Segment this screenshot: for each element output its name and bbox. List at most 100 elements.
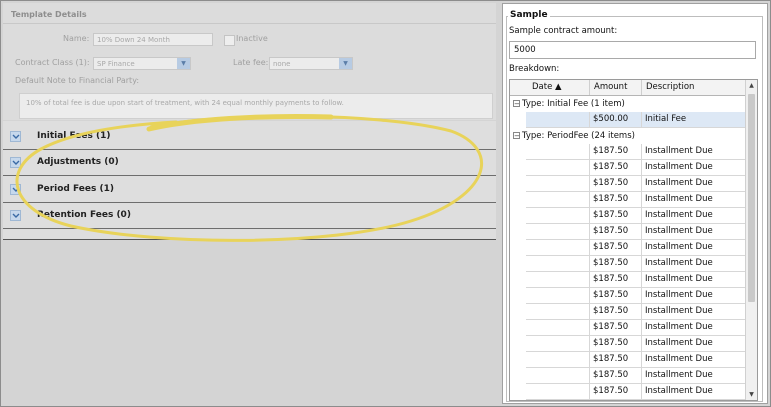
late-fee-select[interactable]: none ▼ bbox=[269, 57, 353, 70]
amount-cell: $187.50 bbox=[590, 368, 642, 384]
date-cell bbox=[526, 304, 590, 320]
section-adjustments[interactable]: Adjustments (0) bbox=[3, 149, 496, 176]
amount-cell: $187.50 bbox=[590, 176, 642, 192]
amount-cell: $187.50 bbox=[590, 256, 642, 272]
table-row[interactable]: $187.50Installment Due bbox=[510, 192, 746, 208]
date-cell bbox=[526, 272, 590, 288]
date-cell bbox=[526, 176, 590, 192]
template-editor-panel: Template Details Name: 10% Down 24 Month… bbox=[3, 3, 496, 240]
description-cell: Installment Due bbox=[642, 384, 746, 400]
amount-cell: $187.50 bbox=[590, 224, 642, 240]
default-note-textarea[interactable]: 10% of total fee is due upon start of tr… bbox=[19, 93, 493, 119]
sample-amount-label: Sample contract amount: bbox=[509, 26, 618, 36]
amount-cell: $187.50 bbox=[590, 304, 642, 320]
table-row[interactable]: $187.50Installment Due bbox=[510, 352, 746, 368]
table-row[interactable]: $187.50Installment Due bbox=[510, 272, 746, 288]
group-label: Type: Initial Fee (1 item) bbox=[522, 99, 625, 109]
grid-group-row[interactable]: − Type: Initial Fee (1 item) bbox=[510, 96, 746, 112]
late-fee-dropdown-icon[interactable]: ▼ bbox=[339, 58, 352, 69]
description-cell: Installment Due bbox=[642, 256, 746, 272]
table-row[interactable]: $187.50Installment Due bbox=[510, 368, 746, 384]
description-cell: Installment Due bbox=[642, 352, 746, 368]
table-row[interactable]: $187.50Installment Due bbox=[510, 224, 746, 240]
table-row[interactable]: $187.50Installment Due bbox=[510, 240, 746, 256]
chevron-down-icon[interactable] bbox=[10, 131, 21, 142]
default-note-label: Default Note to Financial Party: bbox=[15, 76, 140, 85]
section-period-fees[interactable]: Period Fees (1) bbox=[3, 176, 496, 203]
date-cell bbox=[526, 224, 590, 240]
description-cell: Installment Due bbox=[642, 208, 746, 224]
description-cell: Installment Due bbox=[642, 192, 746, 208]
scroll-up-icon[interactable]: ▲ bbox=[746, 80, 757, 91]
description-cell: Installment Due bbox=[642, 240, 746, 256]
template-details-title: Template Details bbox=[11, 10, 87, 19]
table-row[interactable]: $187.50Installment Due bbox=[510, 336, 746, 352]
section-retention-fees[interactable]: Retention Fees (0) bbox=[3, 202, 496, 229]
name-label: Name: bbox=[63, 34, 90, 43]
contract-class-select[interactable]: SP Finance ▼ bbox=[93, 57, 191, 70]
description-cell: Installment Due bbox=[642, 400, 746, 401]
amount-cell: $187.50 bbox=[590, 288, 642, 304]
amount-cell: $187.50 bbox=[590, 144, 642, 160]
collapse-icon[interactable]: − bbox=[513, 132, 520, 140]
grid-scrollbar[interactable]: ▲ ▼ bbox=[745, 80, 757, 400]
section-label: Initial Fees (1) bbox=[37, 131, 111, 141]
date-cell bbox=[526, 112, 590, 128]
table-row[interactable]: $187.50Installment Due bbox=[510, 160, 746, 176]
table-row[interactable]: $187.50Installment Due bbox=[510, 400, 746, 401]
name-input[interactable]: 10% Down 24 Month bbox=[93, 33, 213, 46]
section-label: Period Fees (1) bbox=[37, 184, 114, 194]
amount-cell: $187.50 bbox=[590, 192, 642, 208]
amount-cell: $187.50 bbox=[590, 160, 642, 176]
chevron-down-icon[interactable] bbox=[10, 184, 21, 195]
amount-cell: $187.50 bbox=[590, 352, 642, 368]
template-details-panel: Template Details Name: 10% Down 24 Month… bbox=[3, 3, 496, 120]
table-row[interactable]: $187.50Installment Due bbox=[510, 256, 746, 272]
sample-panel: Sample Sample contract amount: Breakdown… bbox=[502, 3, 768, 404]
description-cell: Initial Fee bbox=[642, 112, 746, 128]
table-row[interactable]: $187.50Installment Due bbox=[510, 304, 746, 320]
amount-cell: $187.50 bbox=[590, 272, 642, 288]
inactive-checkbox[interactable] bbox=[224, 35, 235, 46]
amount-cell: $187.50 bbox=[590, 336, 642, 352]
date-cell bbox=[526, 352, 590, 368]
amount-cell: $500.00 bbox=[590, 112, 642, 128]
contract-class-dropdown-icon[interactable]: ▼ bbox=[177, 58, 190, 69]
description-cell: Installment Due bbox=[642, 336, 746, 352]
date-cell bbox=[526, 320, 590, 336]
section-label: Retention Fees (0) bbox=[37, 210, 131, 220]
date-column-header[interactable]: Date ▲ bbox=[526, 80, 590, 95]
collapse-icon[interactable]: − bbox=[513, 100, 520, 108]
table-row[interactable]: $187.50Installment Due bbox=[510, 320, 746, 336]
sample-title: Sample bbox=[508, 10, 550, 20]
table-row[interactable]: $187.50Installment Due bbox=[510, 176, 746, 192]
date-cell bbox=[526, 368, 590, 384]
amount-column-header[interactable]: Amount bbox=[590, 80, 642, 95]
table-row[interactable]: $187.50Installment Due bbox=[510, 288, 746, 304]
date-cell bbox=[526, 256, 590, 272]
sample-amount-input[interactable] bbox=[509, 41, 756, 59]
table-row[interactable]: $500.00 Initial Fee bbox=[510, 112, 746, 128]
grid-group-row[interactable]: − Type: PeriodFee (24 items) bbox=[510, 128, 746, 144]
section-initial-fees[interactable]: Initial Fees (1) bbox=[3, 123, 496, 150]
fee-sections-list: Initial Fees (1) Adjustments (0) Period … bbox=[3, 121, 496, 240]
amount-cell: $187.50 bbox=[590, 384, 642, 400]
date-cell bbox=[526, 288, 590, 304]
table-row[interactable]: $187.50Installment Due bbox=[510, 384, 746, 400]
date-cell bbox=[526, 400, 590, 401]
chevron-down-icon[interactable] bbox=[10, 157, 21, 168]
description-column-header[interactable]: Description bbox=[642, 80, 746, 95]
amount-cell: $187.50 bbox=[590, 208, 642, 224]
section-label: Adjustments (0) bbox=[37, 157, 119, 167]
chevron-down-icon[interactable] bbox=[10, 210, 21, 221]
description-cell: Installment Due bbox=[642, 160, 746, 176]
description-cell: Installment Due bbox=[642, 176, 746, 192]
breakdown-grid: Date ▲ Amount Description − Type: Initial… bbox=[509, 79, 758, 401]
date-cell bbox=[526, 208, 590, 224]
table-row[interactable]: $187.50Installment Due bbox=[510, 144, 746, 160]
scrollbar-thumb[interactable] bbox=[748, 94, 755, 302]
amount-cell: $187.50 bbox=[590, 320, 642, 336]
contract-class-label: Contract Class (1): bbox=[15, 58, 90, 67]
table-row[interactable]: $187.50Installment Due bbox=[510, 208, 746, 224]
scroll-down-icon[interactable]: ▼ bbox=[746, 389, 757, 400]
